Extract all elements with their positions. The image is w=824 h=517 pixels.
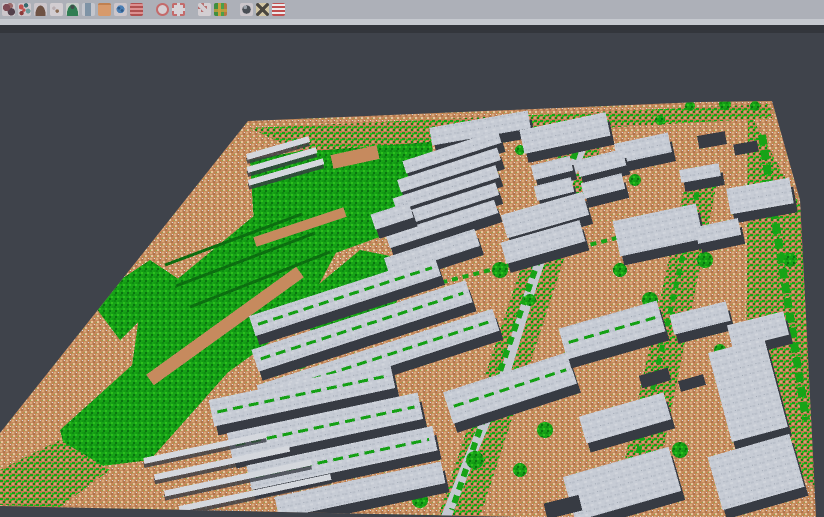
checkerboard-icon[interactable] bbox=[198, 3, 211, 16]
application-window: { "window": { "background": "#3f434b" },… bbox=[0, 0, 824, 517]
toolbar-shade-strip bbox=[0, 25, 824, 33]
classified-point-cloud-scene bbox=[0, 0, 824, 517]
tree-clump bbox=[492, 262, 508, 278]
toolbar-separator bbox=[230, 3, 240, 16]
gear-ring-icon[interactable] bbox=[156, 3, 169, 16]
building-column-icon[interactable] bbox=[82, 3, 95, 16]
toolbar bbox=[0, 0, 824, 19]
tree-clump bbox=[524, 294, 536, 306]
tree-clump bbox=[466, 451, 484, 469]
tree-clump bbox=[513, 463, 527, 477]
tree-clump bbox=[685, 101, 695, 111]
selection-brackets-icon[interactable] bbox=[172, 3, 185, 16]
classified-points-icon[interactable] bbox=[2, 3, 15, 16]
dark-sphere-icon[interactable] bbox=[240, 3, 253, 16]
swap-marks-icon[interactable] bbox=[256, 3, 269, 16]
tree-clump bbox=[719, 98, 731, 110]
ground-mound-icon[interactable] bbox=[34, 3, 47, 16]
vegetation-mound-icon[interactable] bbox=[66, 3, 79, 16]
terrain-tile-icon[interactable] bbox=[98, 3, 111, 16]
toolbar-separator bbox=[146, 3, 156, 16]
orthophoto-icon[interactable] bbox=[214, 3, 227, 16]
tree-clump bbox=[655, 115, 665, 125]
toolbar-highlight bbox=[0, 19, 824, 25]
tree-clump bbox=[750, 101, 760, 111]
tree-clump bbox=[697, 252, 713, 268]
scatter-points-icon[interactable] bbox=[18, 3, 31, 16]
striped-flag-icon[interactable] bbox=[272, 3, 285, 16]
toolbar-separator bbox=[188, 3, 198, 16]
tree-clump bbox=[537, 422, 553, 438]
globe-icon[interactable] bbox=[114, 3, 127, 16]
tree-clump bbox=[672, 442, 688, 458]
layers-icon[interactable] bbox=[130, 3, 143, 16]
terrain-mesh bbox=[0, 0, 824, 517]
sparse-points-icon[interactable] bbox=[50, 3, 63, 16]
3d-point-cloud-viewport[interactable] bbox=[0, 25, 824, 517]
dirt-road bbox=[332, 152, 378, 162]
tree-clump bbox=[629, 174, 641, 186]
tree-clump bbox=[783, 253, 797, 267]
